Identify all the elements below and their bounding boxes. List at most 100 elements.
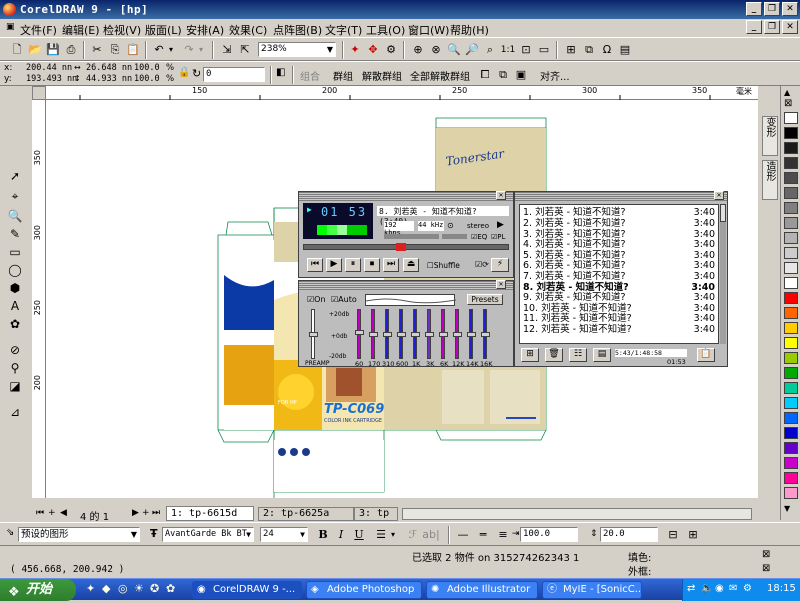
- restore-button[interactable]: ❐: [764, 2, 780, 16]
- char-spacing-field[interactable]: 100.0: [520, 527, 578, 542]
- eq-knob[interactable]: [411, 332, 420, 337]
- eq-knob[interactable]: [397, 332, 406, 337]
- save-icon[interactable]: 💾: [44, 41, 62, 59]
- outline-hairline-icon[interactable]: —: [454, 526, 472, 544]
- close-button[interactable]: ✕: [782, 2, 798, 16]
- equalizer-close-button[interactable]: ✕: [496, 280, 506, 289]
- task-coreldraw[interactable]: ◉ CorelDRAW 9 -...: [192, 581, 302, 599]
- repeat-toggle[interactable]: ☑⟳: [475, 260, 489, 269]
- color-swatch[interactable]: [784, 187, 798, 199]
- outline-tool-icon[interactable]: ⚲: [4, 358, 26, 378]
- open-icon[interactable]: 📂: [26, 41, 44, 59]
- color-swatch[interactable]: [784, 367, 798, 379]
- script-icon[interactable]: ▤: [616, 41, 634, 59]
- tray-app-b-icon[interactable]: ✉: [729, 583, 737, 594]
- print-icon[interactable]: ⎙: [62, 41, 80, 59]
- zoom-page-icon[interactable]: ▭: [535, 41, 553, 59]
- new-icon[interactable]: 🗋: [8, 41, 26, 59]
- rectangle-tool-icon[interactable]: ▭: [4, 242, 26, 262]
- next-button[interactable]: ⏭: [383, 258, 399, 272]
- doc-minimize-button[interactable]: _: [746, 20, 762, 34]
- height-field[interactable]: 44.933 nn: [86, 74, 132, 84]
- x-position-field[interactable]: 200.44 nn: [26, 63, 72, 73]
- eyedropper-tool-icon[interactable]: ⊘: [4, 340, 26, 360]
- docker-tab-transform[interactable]: 变形: [762, 116, 778, 156]
- menu-tools[interactable]: 工具(O): [366, 22, 405, 38]
- color-swatch[interactable]: [784, 157, 798, 169]
- quicklaunch-b-icon[interactable]: ◆: [102, 582, 110, 595]
- eq-knob[interactable]: [467, 332, 476, 337]
- preamp-knob[interactable]: [309, 332, 318, 337]
- color-swatch[interactable]: [784, 397, 798, 409]
- menu-layout[interactable]: 版面(L): [145, 22, 182, 38]
- eject-button[interactable]: ⏏: [403, 258, 419, 272]
- eq-toggle[interactable]: ☑EQ: [471, 233, 487, 241]
- eq-knob[interactable]: [355, 330, 364, 335]
- shuffle-toggle[interactable]: ☐Shuffle: [427, 261, 460, 270]
- next-page-icon[interactable]: ▶: [132, 508, 139, 518]
- color-swatch[interactable]: [784, 412, 798, 424]
- undo-dropdown-icon[interactable]: ▾: [166, 41, 176, 59]
- freehand-tool-icon[interactable]: ✎: [4, 224, 26, 244]
- line-spacing-field[interactable]: 20.0: [600, 527, 658, 542]
- tab-page-2[interactable]: 2: tp-6625a: [258, 507, 354, 521]
- bold-button[interactable]: B: [314, 526, 332, 544]
- zoom-selected-icon[interactable]: ⌕: [481, 41, 499, 59]
- first-page-icon[interactable]: ⏮: [36, 508, 44, 518]
- list-item[interactable]: 11. 刘若英 - 知道不知道? 3:40: [523, 313, 723, 325]
- quicklaunch-c-icon[interactable]: ◎: [118, 582, 128, 595]
- color-swatch[interactable]: [784, 142, 798, 154]
- list-item[interactable]: 6. 刘若英 - 知道不知道? 3:40: [523, 260, 723, 272]
- color-swatch[interactable]: [784, 442, 798, 454]
- pick-tool-icon[interactable]: ➚: [4, 166, 26, 186]
- color-swatch[interactable]: [784, 487, 798, 499]
- color-swatch[interactable]: [784, 112, 798, 124]
- pl-toggle[interactable]: ☑PL: [491, 233, 505, 241]
- docker-tab-shaping[interactable]: 造形: [762, 160, 778, 200]
- font-select[interactable]: AvantGarde Bk BT ▼: [162, 527, 254, 542]
- menu-window[interactable]: 窗口(W): [408, 22, 449, 38]
- redo-dropdown-icon[interactable]: ▾: [196, 41, 206, 59]
- add-page-after-icon[interactable]: +: [142, 508, 150, 518]
- next-arrow-icon[interactable]: ▶: [497, 220, 504, 230]
- seek-knob[interactable]: [396, 243, 406, 251]
- task-myie[interactable]: ⓔ MyIE - [SonicC...: [542, 581, 642, 599]
- zoom-all-icon[interactable]: ⊡: [517, 41, 535, 59]
- preamp-slider[interactable]: [309, 309, 318, 359]
- no-color-swatch[interactable]: ⊠: [784, 98, 792, 109]
- pause-button[interactable]: ⏸: [345, 258, 361, 272]
- menu-effects[interactable]: 效果(C): [229, 22, 267, 38]
- quicklaunch-d-icon[interactable]: ☀: [134, 582, 144, 595]
- eq-slider-600[interactable]: [397, 309, 406, 359]
- playlist-list-button[interactable]: 📋: [697, 348, 715, 362]
- doc-restore-button[interactable]: ❐: [764, 20, 780, 34]
- tray-app-a-icon[interactable]: ◉: [715, 583, 724, 594]
- color-swatch[interactable]: [784, 277, 798, 289]
- color-swatch[interactable]: [784, 127, 798, 139]
- menu-view[interactable]: 检视(V): [103, 22, 141, 38]
- combine-icon[interactable]: ⧠: [476, 66, 494, 84]
- tab-page-1[interactable]: 1: tp-6615d: [166, 506, 254, 521]
- list-item[interactable]: 1. 刘若英 - 知道不知道? 3:40: [523, 207, 723, 219]
- align-dropdown-icon[interactable]: ▾: [388, 526, 398, 544]
- list-item[interactable]: 9. 刘若英 - 知道不知道? 3:40: [523, 292, 723, 304]
- corel-texture-icon[interactable]: ✥: [364, 41, 382, 59]
- palette-scroll-down-icon[interactable]: ▼: [784, 504, 790, 513]
- eq-knob[interactable]: [481, 332, 490, 337]
- winamp-titlebar[interactable]: [299, 192, 513, 201]
- quicklaunch-a-icon[interactable]: ✦: [86, 582, 95, 595]
- list-item[interactable]: 4. 刘若英 - 知道不知道? 3:40: [523, 239, 723, 251]
- outline-medium-icon[interactable]: ≡: [494, 526, 512, 544]
- play-button[interactable]: ▶: [326, 258, 342, 272]
- minimize-button[interactable]: _: [746, 2, 762, 16]
- color-swatch[interactable]: [784, 247, 798, 259]
- symbols-icon[interactable]: Ω: [598, 41, 616, 59]
- volume-slider[interactable]: [384, 234, 439, 239]
- style-select[interactable]: 预设的图形 ▼: [18, 527, 140, 542]
- doc-close-button[interactable]: ✕: [782, 20, 798, 34]
- ungroup-button[interactable]: 群组: [333, 68, 353, 83]
- horizontal-scrollbar[interactable]: [402, 508, 752, 520]
- eq-knob[interactable]: [439, 332, 448, 337]
- tab-page-3[interactable]: 3: tp: [354, 507, 398, 521]
- shape-tool-icon[interactable]: ⌖: [4, 186, 26, 206]
